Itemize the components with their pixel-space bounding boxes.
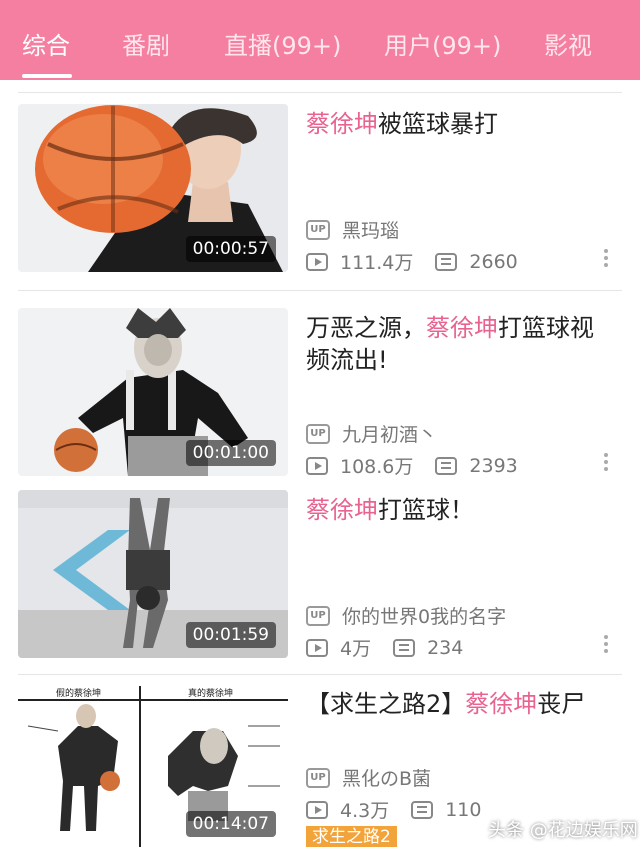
tab-users[interactable]: 用户(99+) [384, 26, 501, 61]
thumb-label-left: 假的蔡徐坤 [56, 687, 101, 699]
tab-anime[interactable]: 番剧 [122, 26, 170, 61]
title-text: 【求生之路2】 [306, 690, 466, 718]
uploader-row: UP 你的世界0我的名字 [306, 602, 506, 629]
uploader-row: UP 九月初酒丶 [306, 420, 437, 447]
uploader-name[interactable]: 九月初酒丶 [342, 420, 437, 447]
thumb-label-right: 真的蔡徐坤 [188, 687, 233, 699]
divider [18, 290, 622, 291]
stats-row: 4万 234 [306, 634, 463, 661]
video-title[interactable]: 【求生之路2】蔡徐坤丧尸 [306, 688, 616, 720]
danmaku-count: 234 [427, 636, 464, 659]
tab-live[interactable]: 直播(99+) [224, 26, 341, 61]
play-count: 4.3万 [340, 800, 390, 822]
video-thumbnail[interactable]: 00:00:57 [18, 104, 288, 272]
title-keyword-highlight: 蔡徐坤 [306, 496, 378, 524]
uploader-name[interactable]: 黑化のB菌 [342, 764, 431, 791]
play-count: 4万 [340, 638, 372, 660]
game-tag-badge[interactable]: 求生之路2 [306, 826, 397, 847]
tab-comprehensive[interactable]: 综合 [22, 26, 70, 61]
stats-row: 108.6万 2393 [306, 452, 518, 479]
more-options-icon[interactable] [604, 632, 610, 656]
title-text: 万恶之源， [306, 314, 426, 342]
up-badge-icon: UP [306, 767, 330, 788]
video-thumbnail[interactable]: 假的蔡徐坤 真的蔡徐坤 00:14:07 [18, 686, 288, 847]
danmaku-icon [435, 456, 458, 475]
title-text: 被篮球暴打 [378, 110, 498, 138]
danmaku-icon [393, 638, 416, 657]
play-count: 111.4万 [340, 252, 414, 274]
uploader-name[interactable]: 黑玛瑙 [342, 216, 399, 243]
video-title[interactable]: 蔡徐坤被篮球暴打 [306, 108, 616, 140]
up-badge-icon: UP [306, 219, 330, 240]
play-count-icon [306, 800, 328, 819]
divider [18, 674, 622, 675]
up-badge-icon: UP [306, 605, 330, 626]
video-duration: 00:14:07 [185, 811, 276, 837]
video-thumbnail[interactable]: 00:01:59 [18, 490, 288, 658]
play-count-icon [306, 252, 328, 271]
tab-bar: 综合 番剧 直播(99+) 用户(99+) 影视 [0, 0, 640, 80]
danmaku-icon [435, 252, 458, 271]
title-keyword-highlight: 蔡徐坤 [426, 314, 498, 342]
stats-row: 4.3万 110 [306, 796, 481, 823]
title-text: 丧尸 [537, 690, 586, 718]
more-options-icon[interactable] [604, 450, 610, 474]
more-options-icon[interactable] [604, 246, 610, 270]
watermark: 头条 @花边娱乐网 [488, 820, 638, 841]
up-badge-icon: UP [306, 423, 330, 444]
title-text: 打篮球！ [378, 496, 474, 524]
danmaku-count: 2660 [469, 250, 518, 273]
play-count: 108.6万 [340, 456, 414, 478]
video-duration: 00:00:57 [185, 236, 276, 262]
video-title[interactable]: 蔡徐坤打篮球！ [306, 494, 616, 526]
video-title[interactable]: 万恶之源，蔡徐坤打篮球视频流出! [306, 312, 616, 376]
danmaku-count: 110 [445, 798, 482, 821]
play-count-icon [306, 638, 328, 657]
uploader-row: UP 黑玛瑙 [306, 216, 399, 243]
tab-film[interactable]: 影视 [544, 26, 592, 61]
divider [18, 92, 622, 93]
play-count-icon [306, 456, 328, 475]
uploader-name[interactable]: 你的世界0我的名字 [342, 602, 506, 629]
video-duration: 00:01:59 [185, 622, 276, 648]
video-duration: 00:01:00 [185, 440, 276, 466]
stats-row: 111.4万 2660 [306, 248, 518, 275]
active-tab-indicator [22, 74, 72, 78]
title-keyword-highlight: 蔡徐坤 [306, 110, 378, 138]
title-keyword-highlight: 蔡徐坤 [465, 690, 538, 718]
uploader-row: UP 黑化のB菌 [306, 764, 431, 791]
danmaku-icon [411, 800, 434, 819]
video-thumbnail[interactable]: 00:01:00 [18, 308, 288, 476]
danmaku-count: 2393 [469, 454, 518, 477]
